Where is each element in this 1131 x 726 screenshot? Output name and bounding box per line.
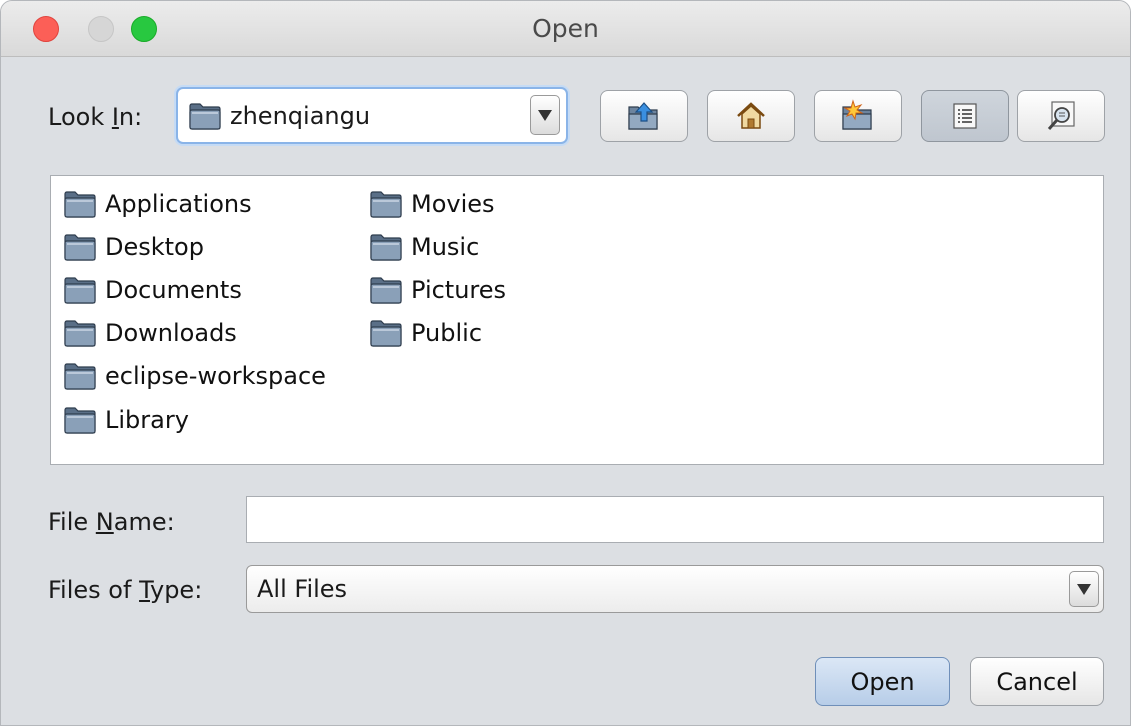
list-item-label: Applications [105, 189, 252, 218]
list-item-label: Documents [105, 275, 242, 304]
details-view-icon [1047, 101, 1075, 130]
file-type-dropdown-arrow[interactable] [1069, 571, 1099, 607]
file-type-value: All Files [257, 575, 348, 603]
file-list[interactable]: Applications Desktop Documents Downloads… [50, 175, 1104, 465]
list-item[interactable]: Downloads [63, 312, 326, 355]
file-name-label-pre: File [48, 508, 96, 536]
file-type-label-post: ype: [149, 576, 203, 604]
create-new-folder-button[interactable] [814, 90, 902, 142]
file-list-column-1: Applications Desktop Documents Downloads… [63, 182, 326, 441]
file-type-label-mnemonic: T [139, 576, 150, 604]
open-button[interactable]: Open [815, 657, 950, 706]
details-view-button[interactable] [1017, 90, 1105, 142]
title-bar: Open [1, 1, 1130, 57]
list-item[interactable]: Applications [63, 182, 326, 225]
folder-icon [188, 101, 222, 131]
chevron-down-icon [1077, 583, 1091, 595]
folder-icon [63, 318, 97, 348]
folder-icon [63, 232, 97, 262]
folder-icon [63, 405, 97, 435]
list-item-label: eclipse-workspace [105, 362, 326, 391]
list-item-label: Desktop [105, 232, 204, 261]
file-type-dropdown[interactable]: All Files [246, 565, 1104, 613]
window-title: Open [532, 14, 599, 43]
list-item[interactable]: eclipse-workspace [63, 355, 326, 398]
list-item[interactable]: Documents [63, 268, 326, 311]
file-name-label: File Name: [48, 508, 175, 536]
list-item-label: Public [411, 319, 483, 348]
list-item[interactable]: Pictures [369, 268, 506, 311]
list-item-label: Library [105, 405, 189, 434]
folder-icon [63, 361, 97, 391]
list-view-button[interactable] [921, 90, 1009, 142]
file-name-input[interactable] [246, 496, 1104, 543]
list-item[interactable]: Music [369, 225, 506, 268]
look-in-dropdown[interactable]: zhenqiangu [176, 87, 568, 144]
up-one-level-button[interactable] [600, 90, 688, 142]
list-item-label: Music [411, 232, 480, 261]
folder-icon [63, 189, 97, 219]
list-item-label: Movies [411, 189, 495, 218]
look-in-label-mnemonic: I [111, 103, 119, 131]
folder-icon [63, 275, 97, 305]
new-folder-icon [842, 99, 872, 130]
list-item-label: Downloads [105, 319, 237, 348]
look-in-dropdown-arrow[interactable] [530, 95, 560, 135]
file-type-label-pre: Files of [48, 576, 140, 604]
look-in-label-pre: Look [48, 103, 112, 131]
cancel-button[interactable]: Cancel [970, 657, 1104, 706]
file-name-label-mnemonic: N [95, 508, 114, 536]
folder-icon [369, 318, 403, 348]
folder-icon [369, 189, 403, 219]
list-item[interactable]: Desktop [63, 225, 326, 268]
home-button[interactable] [707, 90, 795, 142]
folder-icon [369, 232, 403, 262]
folder-icon [369, 275, 403, 305]
list-item[interactable]: Library [63, 398, 326, 441]
look-in-folder-name: zhenqiangu [230, 101, 371, 130]
home-icon [737, 102, 765, 129]
list-view-icon [953, 103, 977, 129]
look-in-value: zhenqiangu [188, 89, 370, 142]
open-dialog: Open Look In: zhenqiangu Applications De… [0, 0, 1131, 726]
file-name-label-post: ame: [113, 508, 175, 536]
up-folder-icon [628, 102, 658, 130]
list-item[interactable]: Movies [369, 182, 506, 225]
list-item-label: Pictures [411, 275, 507, 304]
file-type-label: Files of Type: [48, 576, 202, 604]
look-in-label: Look In: [48, 103, 142, 131]
chevron-down-icon [538, 109, 552, 121]
file-list-column-2: Movies Music Pictures Public [369, 182, 506, 355]
list-item[interactable]: Public [369, 312, 506, 355]
look-in-label-post: n: [118, 103, 143, 131]
